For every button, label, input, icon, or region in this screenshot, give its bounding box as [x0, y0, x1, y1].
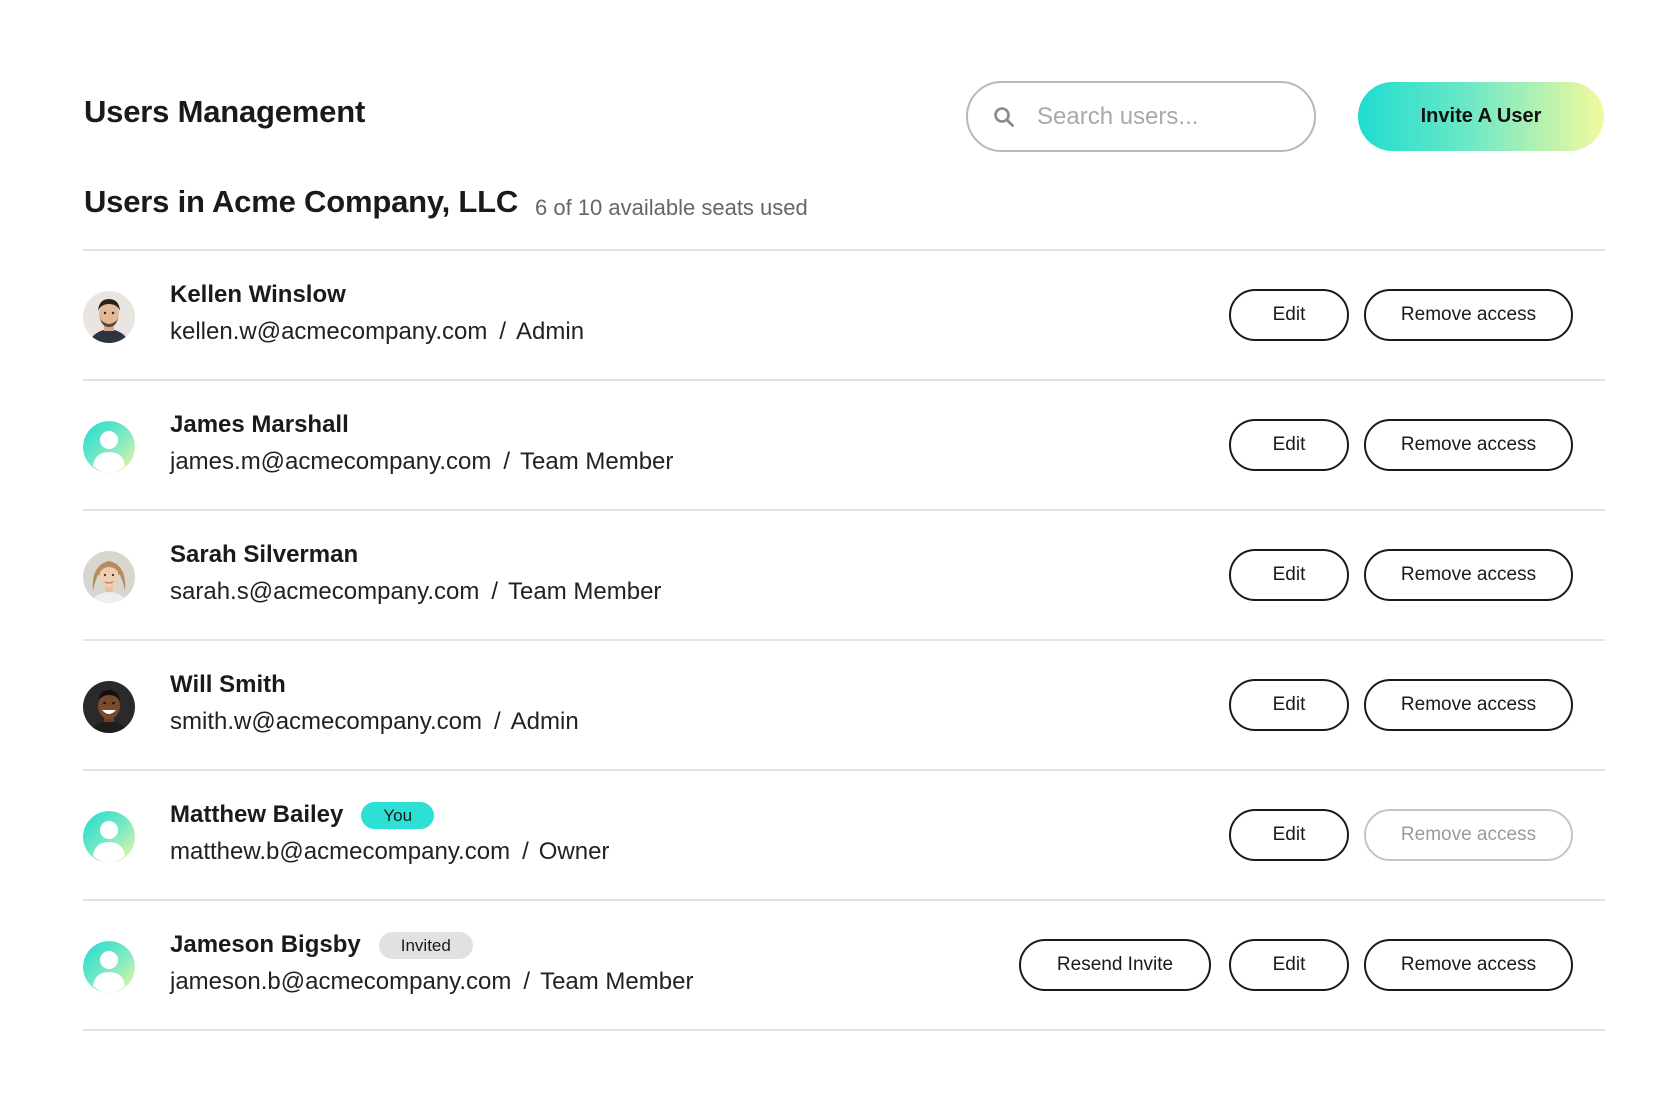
man-portrait-icon: [83, 681, 135, 733]
edit-button[interactable]: Edit: [1229, 289, 1349, 341]
separator: /: [522, 838, 529, 865]
user-row: Kellen Winslow kellen.w@acmecompany.com /…: [83, 251, 1605, 379]
user-avatar: [83, 421, 135, 473]
remove-access-button[interactable]: Remove access: [1364, 289, 1573, 341]
separator: /: [523, 968, 531, 995]
user-row: Will Smith smith.w@acmecompany.com / Admin…: [83, 641, 1605, 769]
user-detail: kellen.w@acmecompany.com / Admin: [170, 318, 584, 346]
remove-access-button[interactable]: Remove access: [1364, 549, 1573, 601]
invited-badge: Invited: [378, 931, 473, 959]
invite-user-button[interactable]: Invite A User: [1358, 82, 1604, 151]
search-box[interactable]: [966, 81, 1316, 152]
user-role: Team Member: [520, 448, 674, 475]
user-detail: jameson.b@acmecompany.com / Team Member: [170, 968, 693, 996]
user-name: Matthew Bailey: [170, 801, 344, 828]
edit-button[interactable]: Edit: [1229, 419, 1349, 471]
user-email: kellen.w@acmecompany.com: [170, 318, 488, 345]
separator: /: [499, 318, 507, 345]
user-row: Matthew Bailey You matthew.b@acmecompany…: [83, 771, 1605, 899]
edit-button[interactable]: Edit: [1229, 939, 1349, 991]
user-avatar: [83, 811, 135, 863]
user-avatar: [83, 551, 135, 603]
user-email: james.m@acmecompany.com: [170, 448, 492, 475]
separator: /: [503, 448, 511, 475]
user-name: Jameson Bigsby: [170, 931, 361, 958]
user-name-line: Matthew Bailey You: [170, 801, 435, 829]
remove-access-button[interactable]: Remove access: [1364, 679, 1573, 731]
separator: /: [491, 578, 499, 605]
user-detail: james.m@acmecompany.com / Team Member: [170, 448, 673, 476]
edit-button[interactable]: Edit: [1229, 809, 1349, 861]
user-role: Team Member: [508, 578, 662, 605]
user-email: matthew.b@acmecompany.com: [170, 838, 511, 865]
user-detail: sarah.s@acmecompany.com / Team Member: [170, 578, 661, 606]
you-badge: You: [361, 801, 435, 829]
user-row: James Marshall james.m@acmecompany.com / T…: [83, 381, 1605, 509]
edit-button[interactable]: Edit: [1229, 549, 1349, 601]
remove-access-button[interactable]: Remove access: [1364, 939, 1573, 991]
remove-access-button-disabled: Remove access: [1364, 809, 1573, 861]
man-portrait-icon: [83, 291, 135, 343]
edit-button[interactable]: Edit: [1229, 679, 1349, 731]
user-avatar: [83, 291, 135, 343]
user-detail: matthew.b@acmecompany.com / Owner: [170, 838, 609, 866]
user-name: James Marshall: [170, 411, 349, 438]
user-detail: smith.w@acmecompany.com / Admin: [170, 708, 579, 736]
user-name: Sarah Silverman: [170, 541, 359, 568]
section-title: Users in Acme Company, LLC: [84, 184, 519, 219]
remove-access-button[interactable]: Remove access: [1364, 419, 1573, 471]
user-email: smith.w@acmecompany.com: [170, 708, 482, 735]
user-row: Sarah Silverman sarah.s@acmecompany.com /…: [83, 511, 1605, 639]
user-name-line: Kellen Winslow: [170, 281, 346, 309]
user-avatar: [83, 941, 135, 993]
search-icon: [994, 106, 1014, 127]
user-name-line: James Marshall: [170, 411, 349, 439]
user-name-line: Jameson Bigsby Invited: [170, 931, 473, 959]
user-role: Team Member: [540, 968, 694, 995]
user-role: Admin: [516, 318, 585, 345]
user-role: Owner: [538, 838, 610, 865]
separator: /: [494, 708, 501, 735]
resend-invite-button[interactable]: Resend Invite: [1019, 939, 1211, 991]
users-management-page: Users Management Invite A User Users in …: [0, 0, 1674, 1120]
default-user-icon: [83, 941, 135, 993]
user-name: Will Smith: [170, 671, 286, 698]
user-list: Kellen Winslow kellen.w@acmecompany.com /…: [83, 249, 1605, 1031]
user-role: Admin: [510, 708, 579, 735]
search-input[interactable]: [1037, 102, 1287, 131]
user-avatar: [83, 681, 135, 733]
default-user-icon: [83, 421, 135, 473]
seat-usage-text: 6 of 10 available seats used: [535, 195, 808, 220]
user-name: Kellen Winslow: [170, 281, 346, 308]
page-title: Users Management: [84, 94, 366, 129]
woman-portrait-icon: [83, 551, 135, 603]
divider: [83, 1029, 1605, 1031]
user-name-line: Sarah Silverman: [170, 541, 358, 569]
user-name-line: Will Smith: [170, 671, 286, 699]
user-email: sarah.s@acmecompany.com: [170, 578, 480, 605]
user-row: Jameson Bigsby Invited jameson.b@acmecom…: [83, 901, 1605, 1029]
user-email: jameson.b@acmecompany.com: [170, 968, 512, 995]
default-user-icon: [83, 811, 135, 863]
